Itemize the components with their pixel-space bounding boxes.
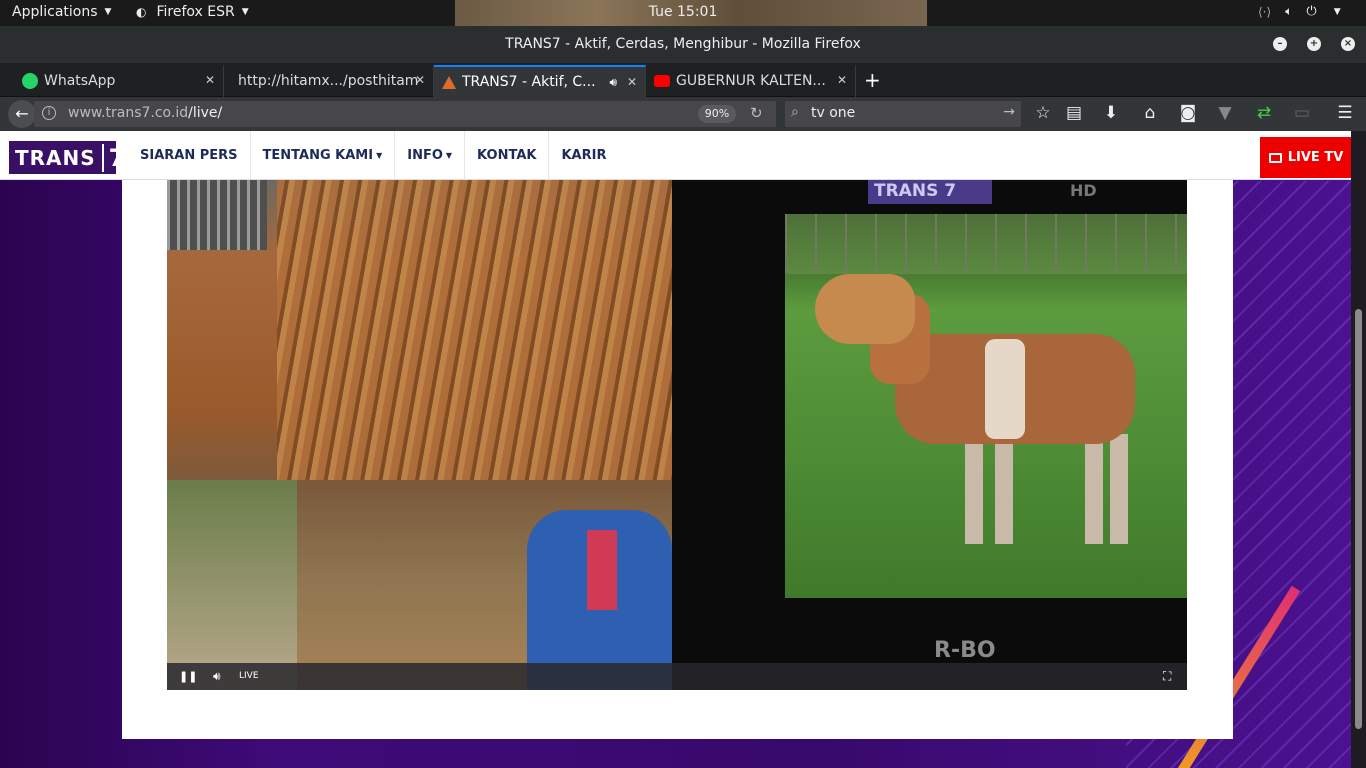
trans7-logo[interactable]: TRANS 7 [9,141,125,174]
whatsapp-icon [22,73,38,89]
minimize-button[interactable]: – [1273,37,1287,51]
system-top-panel: Applications ▼ ◐ Firefox ESR ▼ Tue 15:01 ⟨… [0,0,1366,26]
fullscreen-icon[interactable]: ⛶ [1163,669,1171,684]
video-scene-fence [167,180,267,250]
search-go-icon[interactable]: → [1003,104,1015,120]
live-indicator: LIVE [239,671,259,681]
download-icon[interactable]: ⬇ [1100,103,1122,123]
tab-label: http://hitamx.../posthitam/3 [238,73,418,89]
new-tab-button[interactable]: + [864,68,881,92]
close-tab-icon[interactable]: ✕ [837,73,847,87]
tab-label: WhatsApp [44,73,116,89]
caret-down-icon: ▼ [445,151,453,160]
logo-text: TRANS [15,145,96,170]
video-scene-shirt [587,530,617,610]
video-hd-badge: HD [1070,181,1097,200]
window-titlebar: TRANS7 - Aktif, Cerdas, Menghibur - Mozi… [0,26,1366,63]
tab-hitamx[interactable]: http://hitamx.../posthitam/3 ✕ [224,65,434,97]
volume-icon[interactable]: 🔊︎ [213,669,221,684]
reload-icon[interactable]: ↻ [750,104,763,122]
wallpaper-strip [455,0,927,26]
url-path: /live/ [188,105,223,121]
browser-app-label: Firefox ESR [156,4,235,20]
page-scrollbar[interactable] [1351,131,1366,768]
firefox-icon: ◐ [136,5,147,19]
nav-label: TENTANG KAMI [262,148,374,163]
hamburger-menu-icon[interactable]: ☰ [1334,103,1356,123]
back-button[interactable]: ← [8,100,36,128]
close-tab-icon[interactable]: ✕ [627,75,637,89]
logo-number: 7 [101,143,127,172]
search-icon: ⌕ [791,104,799,120]
pause-icon[interactable]: ❚❚ [179,670,197,683]
zoom-level-badge[interactable]: 90% [698,105,736,123]
url-domain: www.trans7.co.id [68,105,189,121]
url-bar[interactable]: i www.trans7.co.id/live/ 90% ↻ [34,101,776,127]
video-frame-left [167,180,672,690]
tab-youtube[interactable]: GUBERNUR KALTEN... ✕ [646,65,856,97]
youtube-icon [654,75,670,87]
video-caption: R-BO [934,638,996,663]
speaker-icon[interactable]: 🔊︎ [609,75,617,90]
site-nav: SIARAN PERS TENTANG KAMI ▼ INFO ▼ KONTAK K… [128,131,618,180]
close-window-button[interactable]: × [1341,37,1355,51]
tab-label: GUBERNUR KALTEN... [676,73,826,89]
volume-icon: 🔈︎ [1285,4,1293,18]
search-input[interactable]: tv one [811,105,855,121]
video-scene-goat [815,264,1135,564]
network-icon: ⟨·⟩ [1258,4,1272,19]
video-scene-field [785,214,1187,598]
caret-down-icon: ▼ [376,151,383,160]
applications-menu[interactable]: Applications ▼ [12,4,111,20]
page-viewport: TRANS 7 SIARAN PERS TENTANG KAMI ▼ INFO ▼ … [0,131,1366,768]
video-frame-right: TRANS 7 HD R-BO [672,180,1187,690]
site-header: TRANS 7 SIARAN PERS TENTANG KAMI ▼ INFO ▼ … [0,131,1352,180]
chevron-down-icon: ▼ [104,7,112,17]
site-info-icon[interactable]: i [42,106,56,120]
system-tray[interactable]: ⟨·⟩ 🔈︎ ⏻ ▼ [1258,4,1341,19]
close-tab-icon[interactable]: ✕ [205,73,215,87]
window-title: TRANS7 - Aktif, Cerdas, Menghibur - Mozi… [505,36,861,52]
nav-kontak[interactable]: KONTAK [465,131,550,180]
reading-list-icon[interactable]: ▤ [1063,103,1085,123]
bookmark-star-icon[interactable]: ☆ [1032,103,1054,123]
tv-icon [1268,152,1282,163]
nav-label: KARIR [561,148,607,163]
nav-label: INFO [407,148,443,163]
firefox-app-menu[interactable]: ◐ Firefox ESR ▼ [136,4,249,20]
pocket-icon[interactable]: ◙ [1177,103,1199,123]
proxy-toggle-icon[interactable]: ⇄ [1253,103,1275,123]
screen-icon[interactable]: ▭ [1291,103,1313,123]
video-scene-fur [277,180,672,480]
live-tv-button[interactable]: LIVE TV [1260,137,1352,178]
maximize-button[interactable]: + [1307,37,1321,51]
nav-label: KONTAK [477,148,537,163]
navigation-toolbar: ← i www.trans7.co.id/live/ 90% ↻ ⌕ tv on… [0,97,1366,131]
nav-label: SIARAN PERS [140,148,238,163]
applications-label: Applications [12,4,98,20]
trans7-favicon [442,75,456,89]
nav-tentang-kami[interactable]: TENTANG KAMI ▼ [251,131,396,180]
scrollbar-thumb[interactable] [1355,309,1362,729]
close-tab-icon[interactable]: ✕ [415,73,425,87]
chevron-down-icon: ▼ [241,7,249,17]
tab-whatsapp[interactable]: WhatsApp ✕ [14,65,224,97]
tab-trans7[interactable]: TRANS7 - Aktif, C... 🔊︎ ✕ [434,65,646,97]
tab-label: TRANS7 - Aktif, C... [462,74,596,90]
home-icon[interactable]: ⌂ [1139,103,1161,123]
video-controls: ❚❚ 🔊︎ LIVE ⛶ [167,663,1187,690]
nav-info[interactable]: INFO ▼ [395,131,466,180]
extension-icon[interactable]: ▼ [1214,103,1236,123]
video-player[interactable]: TRANS 7 HD R-BO [167,180,1187,690]
chevron-down-icon: ▼ [1333,6,1341,17]
live-tv-label: LIVE TV [1287,150,1344,165]
tab-strip: WhatsApp ✕ http://hitamx.../posthitam/3 … [0,63,1366,97]
video-channel-logo: TRANS 7 [868,180,992,204]
nav-karir[interactable]: KARIR [549,131,618,180]
video-scene-ground [167,480,297,690]
power-icon: ⏻ [1306,4,1317,19]
search-bar[interactable]: ⌕ tv one → [785,101,1021,127]
nav-siaran-pers[interactable]: SIARAN PERS [128,131,251,180]
url-text: www.trans7.co.id/live/ [68,105,222,121]
